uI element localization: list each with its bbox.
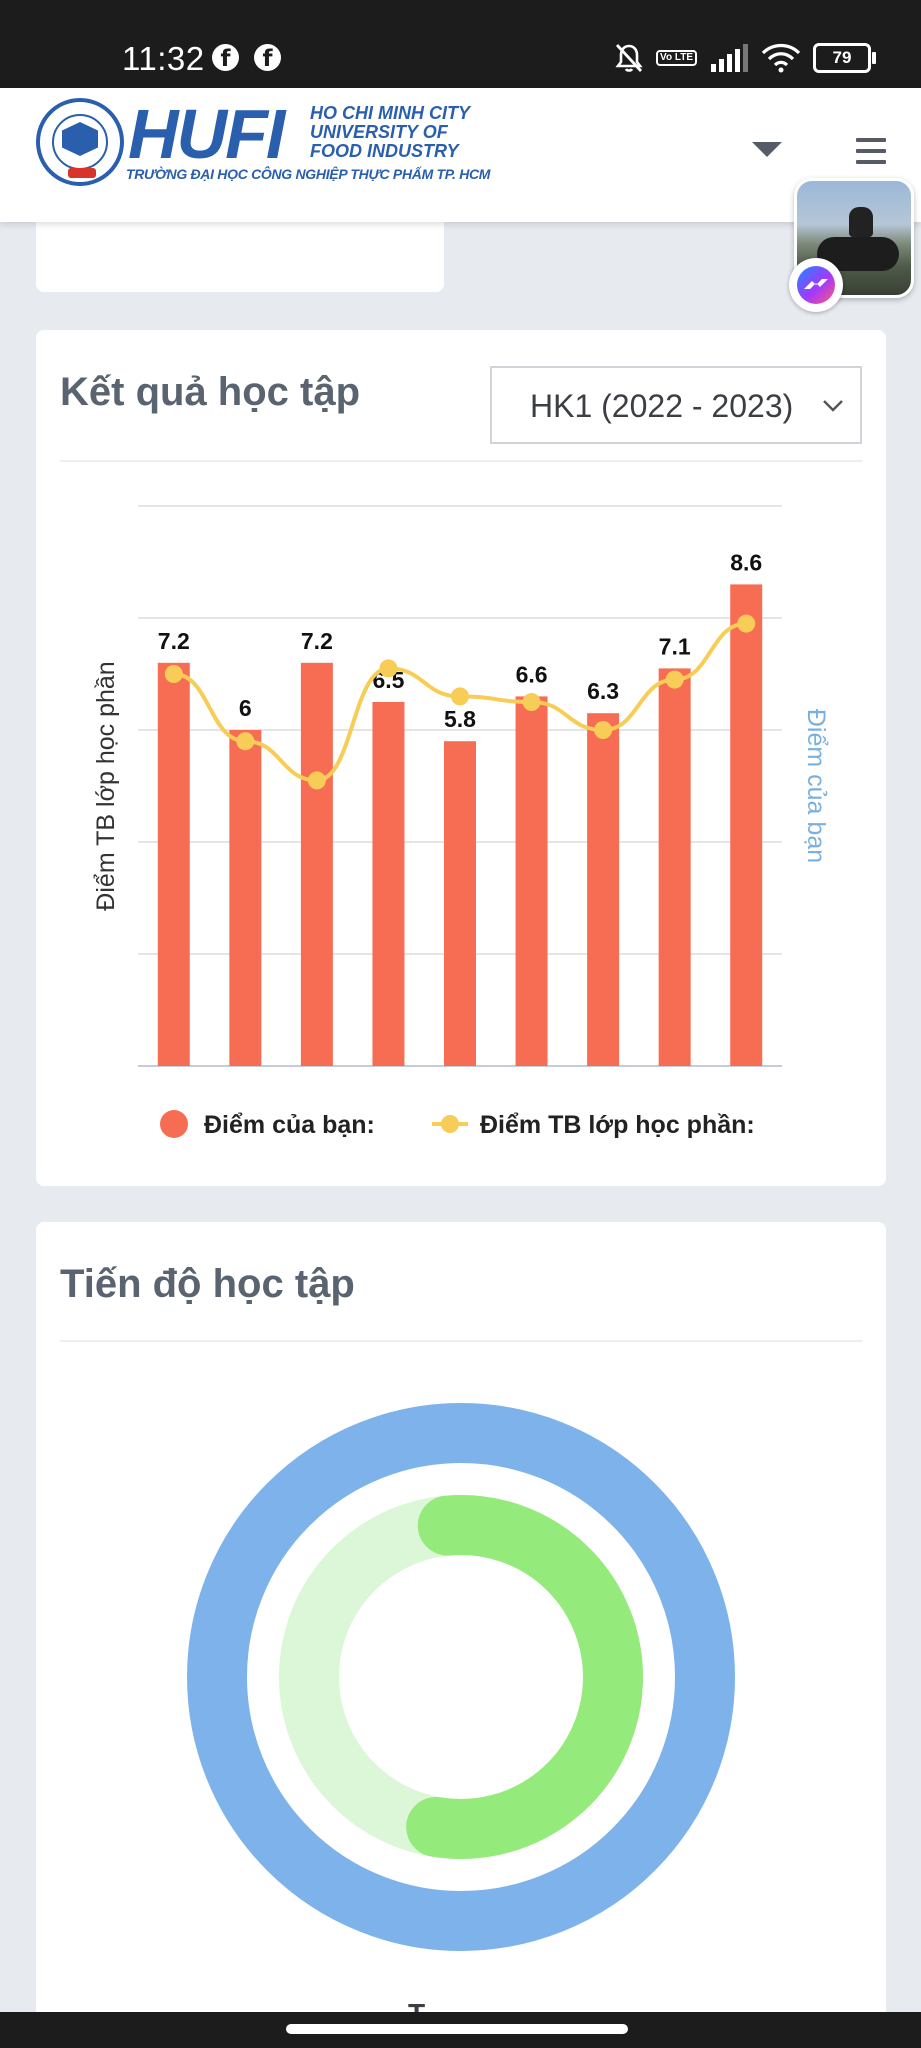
battery-icon: 79 bbox=[813, 43, 876, 73]
class-average-point-9 bbox=[737, 614, 756, 633]
facebook-icon: f bbox=[212, 44, 239, 72]
legend-class-average: Điểm TB lớp học phần: bbox=[480, 1111, 755, 1139]
caret-down-icon[interactable] bbox=[752, 142, 782, 157]
class-average-point-3 bbox=[307, 771, 326, 790]
bar-6 bbox=[515, 696, 548, 1066]
legend-line-dot bbox=[441, 1115, 459, 1133]
hamburger-menu-icon[interactable] bbox=[856, 138, 886, 164]
bar-value-label: 8.6 bbox=[730, 549, 762, 575]
bar-1 bbox=[157, 662, 190, 1066]
wifi-icon bbox=[761, 43, 801, 73]
bar-3 bbox=[300, 662, 333, 1066]
right-axis-label: Điểm của bạn bbox=[802, 709, 830, 863]
logo-wordmark[interactable]: HUFI bbox=[128, 96, 285, 172]
legend-your-score: Điểm của bạn: bbox=[204, 1111, 375, 1139]
legend-bar-marker bbox=[160, 1110, 188, 1138]
bar-value-label: 7.2 bbox=[158, 628, 190, 654]
left-axis-label: Điểm TB lớp học phần bbox=[92, 661, 120, 910]
bar-9 bbox=[730, 584, 763, 1066]
site-header: HUFI HO CHI MINH CITY UNIVERSITY OF FOOD… bbox=[0, 88, 921, 222]
logo-vietnamese-name: TRƯỜNG ĐẠI HỌC CÔNG NGHIỆP THỰC PHẨM TP.… bbox=[126, 166, 491, 182]
class-average-point-7 bbox=[594, 721, 613, 739]
class-average-point-6 bbox=[522, 693, 541, 711]
signal-icon bbox=[711, 44, 748, 72]
bar-8 bbox=[658, 668, 691, 1066]
bar-2 bbox=[229, 730, 262, 1066]
bar-value-label: 7.2 bbox=[301, 628, 333, 654]
class-average-point-5 bbox=[451, 687, 469, 706]
facebook-icon: f bbox=[254, 44, 281, 72]
volte-icon: Vo LTE bbox=[656, 50, 697, 66]
academic-results-card: Kết quả học tập HK1 (2022 - 2023) 7.2 6 7.… bbox=[36, 330, 886, 1186]
logo-english-name: HO CHI MINH CITY UNIVERSITY OF FOOD INDU… bbox=[310, 103, 470, 161]
class-average-point-4 bbox=[379, 659, 398, 678]
messenger-icon[interactable] bbox=[789, 258, 843, 312]
status-time: 11:32 bbox=[122, 40, 205, 77]
bar-4 bbox=[372, 702, 405, 1066]
status-icons: Vo LTE 79 bbox=[614, 38, 876, 78]
bar-value-label: 7.1 bbox=[659, 633, 691, 659]
home-gesture-bar[interactable] bbox=[286, 2024, 628, 2034]
bell-muted-icon bbox=[615, 44, 643, 72]
class-average-point-2 bbox=[236, 732, 255, 751]
bar-value-label: 6.6 bbox=[516, 661, 548, 687]
class-average-point-1 bbox=[164, 665, 183, 683]
inner-progress-arc bbox=[406, 1495, 643, 1859]
bar-5 bbox=[444, 741, 476, 1066]
progress-donut-chart bbox=[187, 1403, 735, 1951]
bar-value-label: 6.3 bbox=[587, 678, 619, 704]
study-progress-card: Tiến độ học tập bbox=[36, 1222, 886, 2022]
bar-value-label: 6 bbox=[239, 695, 252, 721]
university-seal-logo[interactable] bbox=[36, 98, 124, 186]
bar-7 bbox=[587, 713, 620, 1066]
status-bar: 11:32 f f Vo LTE 79 bbox=[0, 0, 921, 88]
bar-value-label: 5.8 bbox=[444, 706, 476, 732]
class-average-point-8 bbox=[665, 670, 684, 689]
results-chart: 7.267.26.55.86.66.37.18.6Điểm TB lớp học… bbox=[92, 505, 830, 1139]
